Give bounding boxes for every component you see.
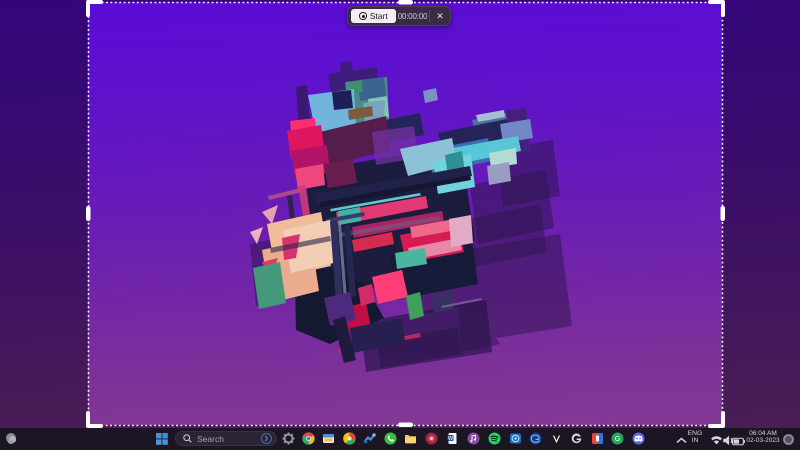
svg-text:W: W: [448, 436, 454, 442]
svg-text:G: G: [615, 434, 621, 443]
